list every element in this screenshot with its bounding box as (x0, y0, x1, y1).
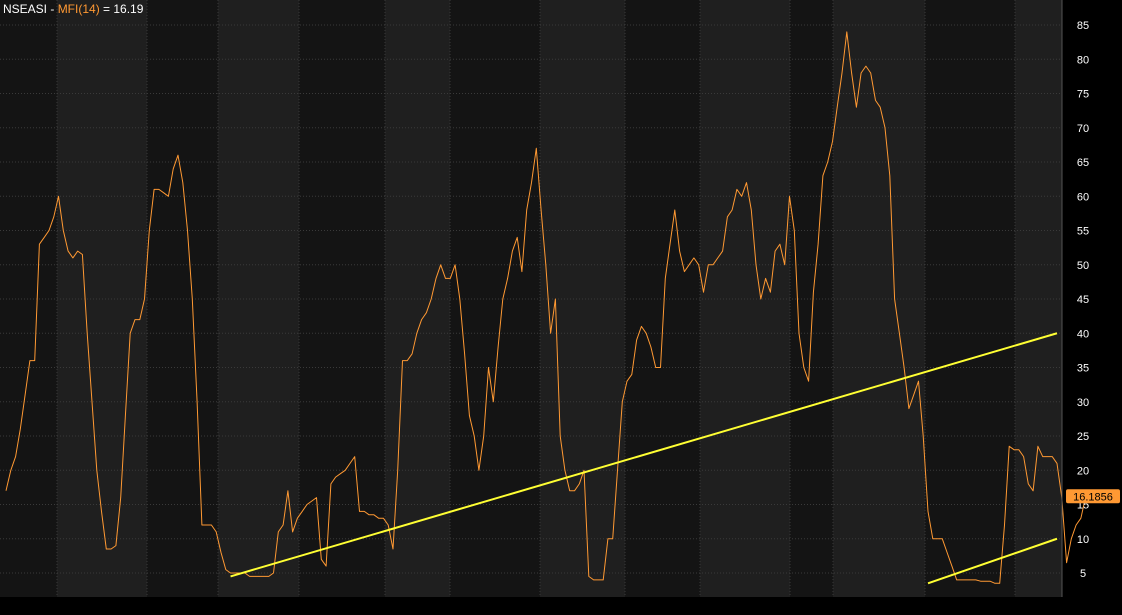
last-value-tag: 16.1856 (1066, 489, 1120, 504)
y-tick-label: 45 (1077, 294, 1089, 306)
legend-separator: - (47, 2, 58, 16)
y-tick-label: 5 (1080, 568, 1086, 580)
legend-indicator: MFI(14) (57, 2, 100, 16)
y-tick-label: 20 (1077, 465, 1089, 477)
mfi-chart: 510152025303540455055606570758085 16.185… (0, 0, 1122, 610)
background-band (790, 0, 833, 597)
y-tick-label: 60 (1077, 191, 1089, 203)
chart-container: 5 10 15 20 25 30 35 40 45 50 55 60 65 70 75 80 85 16.185… (0, 0, 1122, 610)
y-tick-label: 80 (1077, 54, 1089, 66)
y-tick-label: 65 (1077, 157, 1089, 169)
y-tick-label: 75 (1077, 89, 1089, 101)
legend-equals: = (99, 2, 114, 16)
y-tick-label: 25 (1077, 431, 1089, 443)
chart-legend: NSEASI - MFI(14) = 16.19 (3, 2, 143, 16)
y-tick-label: 40 (1077, 328, 1089, 340)
y-tick-label: 50 (1077, 260, 1089, 272)
legend-symbol: NSEASI (3, 2, 48, 16)
last-value-tag-text: 16.1856 (1073, 491, 1113, 503)
y-tick-label: 70 (1077, 123, 1089, 135)
y-tick-label: 10 (1077, 534, 1089, 546)
y-tick-label: 85 (1077, 20, 1089, 32)
legend-value: 16.19 (113, 2, 144, 16)
y-tick-label: 30 (1077, 397, 1089, 409)
y-tick-label: 55 (1077, 226, 1089, 238)
y-tick-label: 35 (1077, 363, 1089, 375)
